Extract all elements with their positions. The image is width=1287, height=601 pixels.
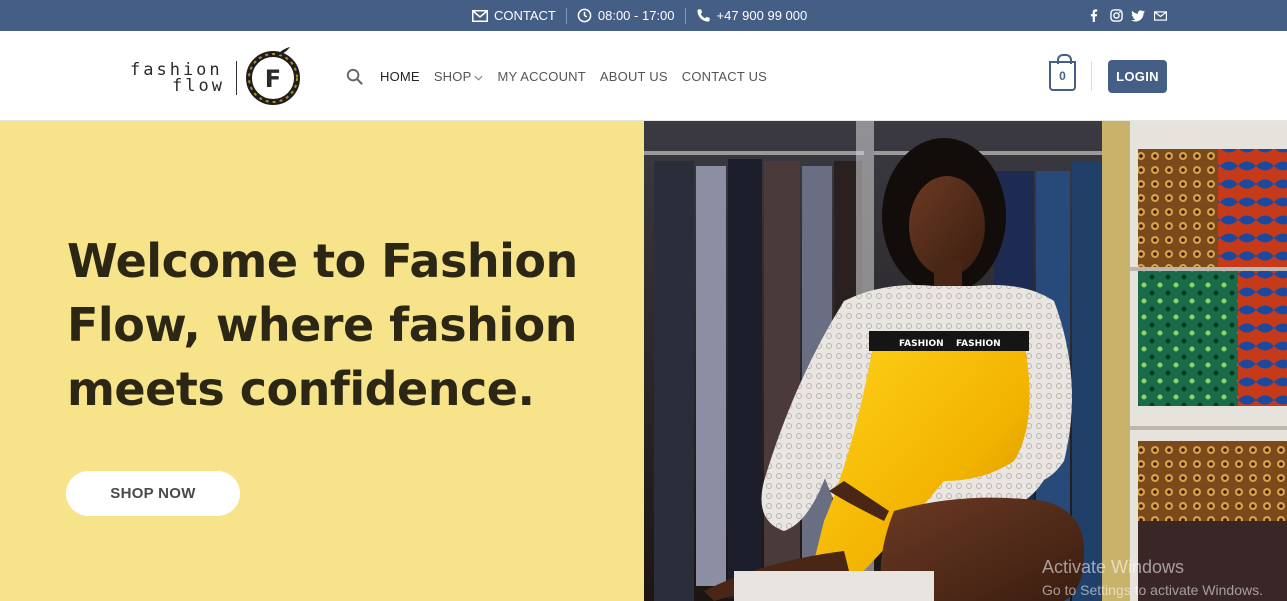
shop-now-label: SHOP NOW — [110, 485, 196, 502]
login-button[interactable]: LOGIN — [1108, 60, 1167, 93]
header-divider — [1091, 61, 1092, 91]
shop-now-button[interactable]: SHOP NOW — [66, 471, 240, 516]
nav-contact-us[interactable]: CONTACT US — [682, 69, 767, 84]
nav-my-account-label: MY ACCOUNT — [497, 68, 586, 84]
nav-about-us[interactable]: ABOUT US — [600, 69, 668, 84]
site-logo[interactable]: fashion flow F — [130, 45, 305, 107]
hero-text-panel: Welcome to Fashion Flow, where fashion m… — [0, 121, 644, 601]
cart-count: 0 — [1059, 69, 1066, 83]
site-header: fashion flow F HOME SHOP MY ACCOUNT ABOU… — [0, 31, 1287, 121]
hero-title: Welcome to Fashion Flow, where fashion m… — [67, 234, 578, 416]
activate-windows-subtitle: Go to Settings to activate Windows. — [1042, 582, 1263, 598]
nav-my-account[interactable]: MY ACCOUNT — [497, 69, 585, 84]
search-icon[interactable] — [346, 68, 366, 85]
hero-image: FASHION FASHION — [644, 121, 1287, 601]
top-bar-info: CONTACT 08:00 - 17:00 +47 900 99 000 — [472, 0, 817, 31]
twitter-icon[interactable] — [1131, 9, 1145, 23]
facebook-icon[interactable] — [1087, 9, 1101, 23]
top-contact-link[interactable]: CONTACT — [472, 8, 566, 23]
hero-photo-illustration: FASHION FASHION — [644, 121, 1287, 601]
top-phone-label: +47 900 99 000 — [716, 8, 808, 23]
top-contact-label: CONTACT — [494, 8, 556, 23]
garment-text-left: FASHION — [899, 339, 944, 349]
cart-button[interactable]: 0 — [1049, 54, 1076, 91]
main-nav: HOME SHOP MY ACCOUNT ABOUT US CONTACT US — [346, 31, 781, 121]
nav-home-label: HOME — [380, 68, 420, 84]
logo-word-flow: flow — [172, 76, 225, 96]
instagram-icon[interactable] — [1109, 9, 1123, 23]
activate-windows-title: Activate Windows — [1042, 557, 1185, 577]
chevron-down-icon — [474, 69, 483, 84]
top-hours-label: 08:00 - 17:00 — [597, 8, 675, 23]
social-links — [1087, 0, 1167, 31]
logo-divider — [236, 61, 237, 95]
login-label: LOGIN — [1116, 69, 1159, 84]
nav-shop-label: SHOP — [433, 68, 472, 84]
phone-icon — [696, 8, 711, 23]
email-icon[interactable] — [1153, 9, 1167, 23]
logo-mark-icon: F — [246, 47, 300, 105]
garment-text-right: FASHION — [956, 339, 1001, 349]
top-hours: 08:00 - 17:00 — [567, 8, 685, 23]
nav-home[interactable]: HOME — [380, 69, 420, 84]
top-phone-link[interactable]: +47 900 99 000 — [686, 8, 818, 23]
clock-icon — [577, 8, 592, 23]
nav-shop[interactable]: SHOP — [434, 69, 484, 84]
nav-about-us-label: ABOUT US — [599, 68, 668, 84]
top-bar: CONTACT 08:00 - 17:00 +47 900 99 000 — [0, 0, 1287, 31]
envelope-icon — [472, 9, 488, 22]
logo-mark-letter: F — [265, 65, 281, 93]
nav-contact-us-label: CONTACT US — [681, 68, 768, 84]
